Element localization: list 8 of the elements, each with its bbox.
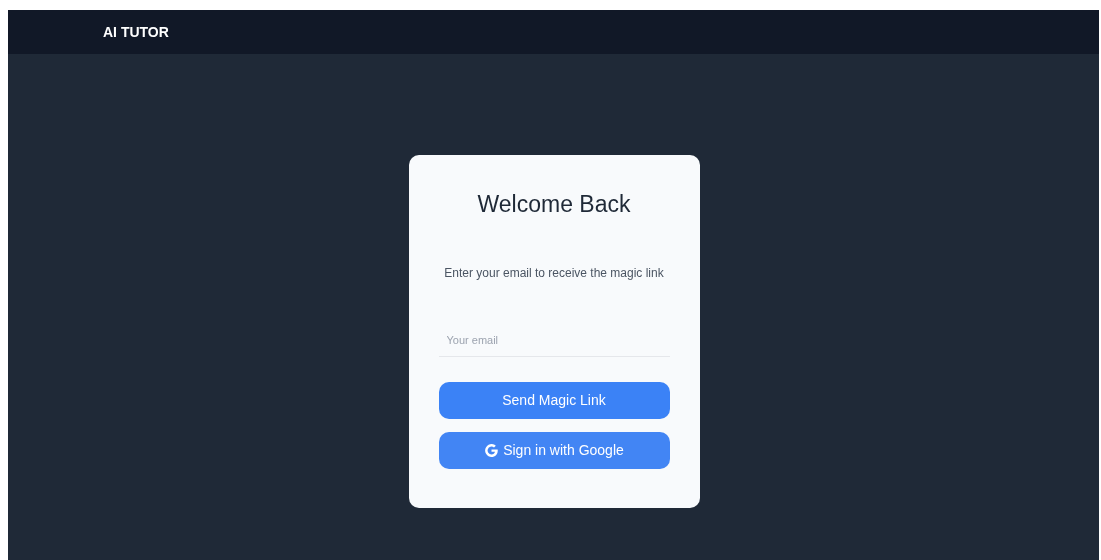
brand-title: AI TUTOR [103, 22, 169, 42]
button-label: Sign in with Google [503, 441, 624, 460]
google-g-icon [484, 443, 500, 458]
google-sign-in-button[interactable]: Sign in with Google [438, 432, 670, 469]
card-subtitle: Enter your email to receive the magic link [444, 265, 664, 282]
send-magic-link-button[interactable]: Send Magic Link [438, 382, 670, 419]
card-title: Welcome Back [477, 190, 631, 219]
email-field[interactable]: Your email [438, 324, 670, 357]
